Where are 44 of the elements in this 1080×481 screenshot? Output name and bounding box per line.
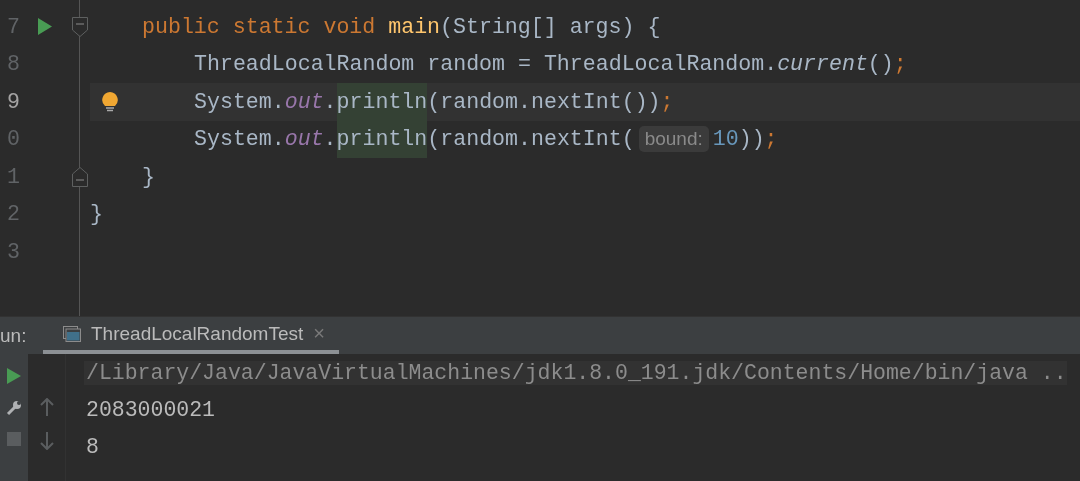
- console-output: 2083000021: [86, 397, 216, 422]
- run-icon[interactable]: [7, 368, 21, 384]
- code-token: (): [867, 52, 894, 77]
- code-token: }: [90, 202, 103, 227]
- code-token: ThreadLocalRandom random = ThreadLocalRandom.: [194, 52, 778, 77]
- console-icon: [63, 325, 81, 342]
- run-tab[interactable]: ThreadLocalRandomTest ×: [43, 317, 339, 354]
- line-number: 9: [6, 89, 20, 114]
- code-token: .: [323, 127, 337, 152]
- up-arrow-icon[interactable]: [39, 398, 54, 416]
- run-icon[interactable]: [38, 18, 52, 36]
- code-token: out: [284, 89, 324, 114]
- code-token: current: [777, 52, 868, 77]
- line-number: 2: [6, 202, 20, 227]
- code-token: public static void: [142, 14, 377, 39]
- code-token: main: [388, 14, 441, 39]
- line-number: 3: [6, 239, 20, 264]
- code-token: out: [284, 127, 324, 152]
- fold-icon[interactable]: [72, 166, 88, 187]
- code-token: println: [336, 120, 428, 158]
- code-token: .: [323, 89, 337, 114]
- console-output: 8: [86, 434, 99, 459]
- panel-label: un:: [0, 323, 28, 348]
- wrench-icon[interactable]: [6, 400, 22, 416]
- line-number: 7: [6, 14, 20, 39]
- code-token: println: [336, 83, 428, 121]
- down-arrow-icon[interactable]: [39, 432, 54, 450]
- code-token: (random.nextInt(: [427, 127, 635, 152]
- code-token: System.: [194, 127, 285, 152]
- code-token: )): [738, 127, 765, 152]
- code-token: }: [142, 164, 155, 189]
- code-token: ;: [660, 89, 674, 114]
- code-token: ;: [764, 127, 778, 152]
- code-token: (random.nextInt()): [427, 89, 661, 114]
- parameter-hint: bound:: [638, 126, 709, 153]
- code-token: (String[] args) {: [440, 14, 661, 39]
- line-number: 0: [6, 127, 20, 152]
- code-token: System.: [194, 89, 285, 114]
- code-token: 10: [712, 127, 739, 152]
- line-number: 8: [6, 52, 20, 77]
- code-token: ;: [893, 52, 907, 77]
- line-number: 1: [6, 164, 20, 189]
- lightbulb-icon[interactable]: [102, 92, 118, 112]
- fold-icon[interactable]: [72, 16, 88, 37]
